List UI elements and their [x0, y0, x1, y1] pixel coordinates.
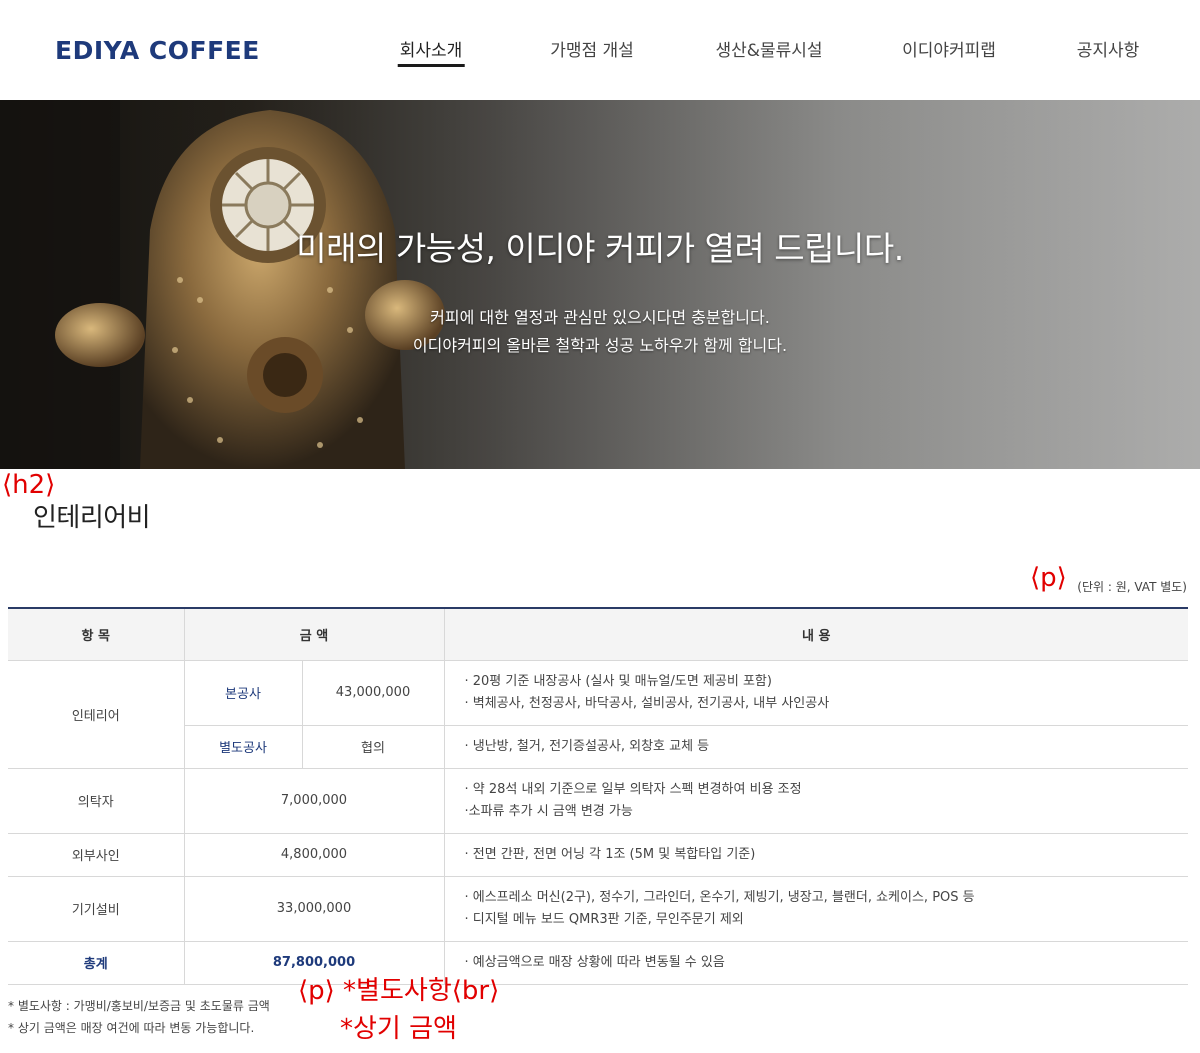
table-row: 의탁자 7,000,000 · 약 28석 내외 기준으로 일부 의탁자 스펙 …: [8, 768, 1188, 834]
desc-furniture: · 약 28석 내외 기준으로 일부 의탁자 스펙 변경하여 비용 조정 ·소파…: [443, 768, 1188, 834]
row-label-equipment: 기기설비: [8, 876, 184, 942]
nav-label: 이디야커피랩: [902, 41, 996, 61]
desc-total: · 예상금액으로 매장 상황에 따라 변동될 수 있음: [443, 941, 1188, 985]
site-header: EDIYA COFFEE 회사소개 가맹점 개설 생산&물류시설 이디야커피랩 …: [0, 0, 1200, 100]
annotation-p-br-line1: ⟨p⟩ *별도사항⟨br⟩: [298, 976, 500, 1006]
interior-cost-table: 항 목 금 액 내 용 인테리어 본공사 43,000,000 · 20평 기준…: [8, 607, 1188, 985]
desc-extra: · 냉난방, 철거, 전기증설공사, 외창호 교체 등: [443, 725, 1188, 769]
desc-line: · 디지털 메뉴 보드 QMR3판 기준, 무인주문기 제외: [464, 911, 744, 927]
desc-line: · 벽체공사, 천정공사, 바닥공사, 설비공사, 전기공사, 내부 사인공사: [464, 695, 830, 711]
sub-label-extra: 별도공사: [183, 725, 302, 769]
header-content: 내 용: [443, 607, 1188, 661]
header-amount: 금 액: [183, 607, 444, 661]
annotation-p-br-line2: *상기 금액: [340, 1014, 457, 1044]
nav-label: 가맹점 개설: [550, 41, 634, 61]
nav-label: 회사소개: [399, 41, 463, 61]
unit-note: (단위 : 원, VAT 별도): [1077, 580, 1187, 594]
table-row-total: 총계 87,800,000 · 예상금액으로 매장 상황에 따라 변동될 수 있…: [8, 941, 1188, 985]
nav-label: 공지사항: [1076, 41, 1140, 61]
amount-furniture: 7,000,000: [183, 768, 444, 834]
amount-main: 43,000,000: [301, 660, 444, 726]
desc-line: · 20평 기준 내장공사 (실사 및 매뉴얼/도면 제공비 포함): [464, 673, 772, 689]
desc-line: · 에스프레소 머신(2구), 정수기, 그라인더, 온수기, 제빙기, 냉장고…: [464, 889, 975, 905]
nav-item-company[interactable]: 회사소개: [397, 36, 465, 67]
sub-label-main: 본공사: [183, 660, 302, 726]
table-row: 별도공사 협의 · 냉난방, 철거, 전기증설공사, 외창호 교체 등: [8, 725, 1188, 769]
table-row: 외부사인 4,800,000 · 전면 간판, 전면 어닝 각 1조 (5M 및…: [8, 833, 1188, 877]
nav-item-production[interactable]: 생산&물류시설: [715, 36, 822, 61]
hero-banner: 미래의 가능성, 이디야 커피가 열려 드립니다. 커피에 대한 열정과 관심만…: [0, 100, 1200, 469]
row-label-total: 총계: [8, 941, 184, 985]
table-header-row: 항 목 금 액 내 용: [8, 607, 1188, 661]
hero-subtitle-line2: 이디야커피의 올바른 철학과 성공 노하우가 함께 합니다.: [412, 336, 788, 355]
desc-line: · 약 28석 내외 기준으로 일부 의탁자 스펙 변경하여 비용 조정: [464, 781, 802, 797]
row-label-furniture: 의탁자: [8, 768, 184, 834]
row-label-signage: 외부사인: [8, 833, 184, 877]
main-nav: 회사소개 가맹점 개설 생산&물류시설 이디야커피랩 공지사항: [0, 36, 1200, 76]
nav-item-lab[interactable]: 이디야커피랩: [902, 36, 996, 61]
hero-title: 미래의 가능성, 이디야 커피가 열려 드립니다.: [296, 229, 904, 268]
hero-subtitle-line1: 커피에 대한 열정과 관심만 있으시다면 충분합니다.: [430, 308, 770, 327]
nav-active-underline: [397, 64, 465, 67]
section-title: 인테리어비: [33, 503, 151, 533]
footnotes: * 별도사항 : 가맹비/홍보비/보증금 및 초도물류 금액 * 상기 금액은 …: [8, 995, 270, 1039]
hero-machine-image: [0, 100, 1200, 469]
annotation-h2: ⟨h2⟩: [2, 470, 56, 500]
row-label-interior: 인테리어: [8, 660, 184, 769]
nav-item-franchise[interactable]: 가맹점 개설: [550, 36, 634, 61]
amount-equipment: 33,000,000: [183, 876, 444, 942]
desc-line: ·소파류 추가 시 금액 변경 가능: [464, 803, 633, 819]
desc-equipment: · 에스프레소 머신(2구), 정수기, 그라인더, 온수기, 제빙기, 냉장고…: [443, 876, 1188, 942]
desc-signage: · 전면 간판, 전면 어닝 각 1조 (5M 및 복합타입 기준): [443, 833, 1188, 877]
header-item: 항 목: [8, 607, 184, 661]
table-row: 인테리어 본공사 43,000,000 · 20평 기준 내장공사 (실사 및 …: [8, 660, 1188, 769]
footnote-variation: * 상기 금액은 매장 여건에 따라 변동 가능합니다.: [8, 1021, 255, 1035]
desc-main: · 20평 기준 내장공사 (실사 및 매뉴얼/도면 제공비 포함) · 벽체공…: [443, 660, 1188, 726]
nav-label: 생산&물류시설: [715, 41, 823, 61]
footnote-extra: * 별도사항 : 가맹비/홍보비/보증금 및 초도물류 금액: [8, 999, 270, 1013]
annotation-p: ⟨p⟩: [1030, 563, 1067, 593]
amount-extra: 협의: [301, 725, 444, 769]
table-row: 기기설비 33,000,000 · 에스프레소 머신(2구), 정수기, 그라인…: [8, 876, 1188, 942]
nav-item-notice[interactable]: 공지사항: [1077, 36, 1140, 61]
amount-signage: 4,800,000: [183, 833, 444, 877]
